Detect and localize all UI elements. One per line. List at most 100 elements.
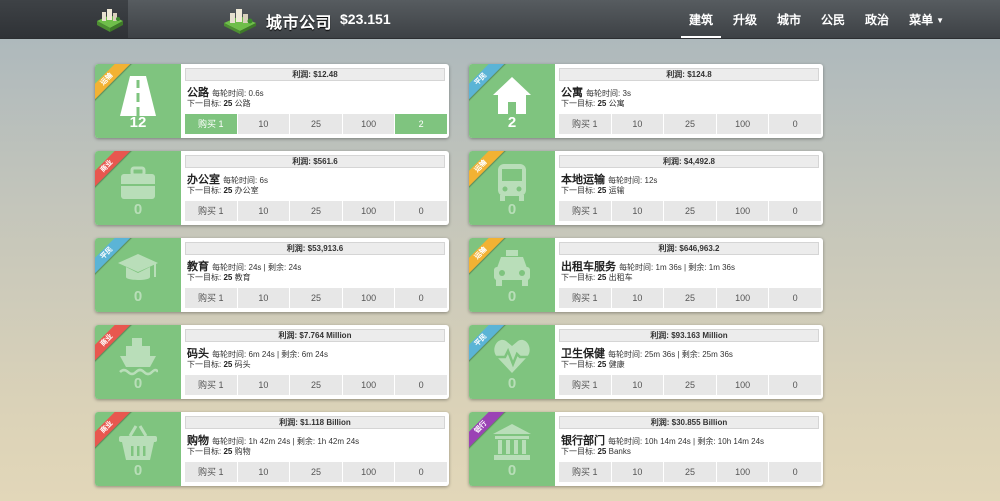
buy-100-button[interactable]: 100 [342,201,396,221]
buy-max-button[interactable]: 0 [395,462,447,482]
buy-1-button[interactable]: 购买 1 [559,114,612,134]
interval-value: 6m 24s [248,350,275,359]
buy-buttons: 购买 1 10 25 100 0 [185,375,447,395]
buy-100-button[interactable]: 100 [342,462,396,482]
interval-value: 10h 14m 24s [644,437,691,446]
company-name: 城市公司 [266,15,333,32]
next-goal-count: 25 [223,186,233,195]
next-goal-count: 25 [223,360,233,369]
buy-max-button[interactable]: 0 [769,288,821,308]
next-goal-line: 下一目标: 25 码头 [187,359,251,370]
nav-upgrades[interactable]: 升级 [723,0,767,38]
buy-10-button[interactable]: 10 [611,462,665,482]
buy-1-button[interactable]: 购买 1 [559,201,612,221]
next-goal-line: 下一目标: 25 公路 [187,98,251,109]
next-goal-line: 下一目标: 25 办公室 [187,185,259,196]
next-goal-label: 下一目标: [187,273,222,282]
buy-1-button[interactable]: 购买 1 [185,375,238,395]
profit-bar: 利润: $7.764 Million [185,329,445,342]
buy-10-button[interactable]: 10 [611,288,665,308]
buy-100-button[interactable]: 100 [716,288,770,308]
buy-max-button[interactable]: 0 [769,375,821,395]
buy-max-button[interactable]: 0 [769,114,821,134]
buy-10-button[interactable]: 10 [237,201,291,221]
next-goal-label: 下一目标: [561,447,596,456]
interval-value: 6s [259,176,268,185]
next-goal-line: 下一目标: 25 健康 [561,359,625,370]
buy-max-button[interactable]: 0 [769,462,821,482]
building-card: 0 运输 利润: $646,963.2 出租车服务 每轮时间: 1m 36s | 剩余… [469,238,823,312]
next-goal-label: 下一目标: [561,360,596,369]
buy-buttons: 购买 1 10 25 100 0 [559,201,821,221]
buy-100-button[interactable]: 100 [716,201,770,221]
next-goal-label: 下一目标: [187,447,222,456]
buy-25-button[interactable]: 25 [290,114,343,134]
heartbeat-icon [494,339,530,373]
buy-25-button[interactable]: 25 [290,375,343,395]
buy-10-button[interactable]: 10 [611,201,665,221]
buy-100-button[interactable]: 100 [716,114,770,134]
buy-25-button[interactable]: 25 [664,201,717,221]
nav-politics[interactable]: 政治 [855,0,899,38]
buy-1-button[interactable]: 购买 1 [559,462,612,482]
next-goal-unit: 教育 [234,273,251,282]
buy-100-button[interactable]: 100 [342,288,396,308]
bus-icon [498,164,526,201]
profit-bar: 利润: $4,492.8 [559,155,819,168]
buy-25-button[interactable]: 25 [290,288,343,308]
profit-bar: 利润: $561.6 [185,155,445,168]
buy-100-button[interactable]: 100 [716,462,770,482]
buy-10-button[interactable]: 10 [237,462,291,482]
nav-buildings[interactable]: 建筑 [679,0,723,38]
interval-label: 每轮时间: [223,176,258,185]
buy-10-button[interactable]: 10 [237,375,291,395]
buy-buttons: 购买 1 10 25 100 0 [559,375,821,395]
nav-city[interactable]: 城市 [767,0,811,38]
next-goal-count: 25 [223,273,233,282]
next-goal-count: 25 [597,447,607,456]
buy-1-button[interactable]: 购买 1 [185,201,238,221]
buy-max-button[interactable]: 2 [395,114,447,134]
next-goal-unit: 码头 [234,360,251,369]
buy-max-button[interactable]: 0 [769,201,821,221]
buy-max-button[interactable]: 0 [395,375,447,395]
buy-1-button[interactable]: 购买 1 [185,462,238,482]
buy-25-button[interactable]: 25 [290,201,343,221]
sidebar-toggle-area[interactable] [0,0,128,38]
next-goal-label: 下一目标: [187,186,222,195]
buy-1-button[interactable]: 购买 1 [185,288,238,308]
interval-label: 每轮时间: [212,350,247,359]
interval-value: 0.6s [248,89,264,98]
buy-10-button[interactable]: 10 [611,114,665,134]
interval-value: 24s [248,263,262,272]
buy-1-button[interactable]: 购买 1 [559,375,612,395]
remaining-label: 剩余: [267,263,287,272]
buy-1-button[interactable]: 购买 1 [185,114,238,134]
city-logo-icon[interactable] [96,7,124,33]
buy-max-button[interactable]: 0 [395,288,447,308]
next-goal-count: 25 [597,360,607,369]
nav-citizens[interactable]: 公民 [811,0,855,38]
buy-100-button[interactable]: 100 [716,375,770,395]
next-goal-label: 下一目标: [187,360,222,369]
nav-menu[interactable]: 菜单 ▼ [899,0,954,38]
buy-1-button[interactable]: 购买 1 [559,288,612,308]
interval-value: 1m 36s [655,263,682,272]
buy-25-button[interactable]: 25 [664,114,717,134]
owned-count: 0 [507,375,517,392]
buy-10-button[interactable]: 10 [611,375,665,395]
buy-100-button[interactable]: 100 [342,114,396,134]
road-icon [120,76,156,116]
buy-10-button[interactable]: 10 [237,288,291,308]
interval-label: 每轮时间: [619,263,654,272]
buy-25-button[interactable]: 25 [290,462,343,482]
buy-10-button[interactable]: 10 [237,114,291,134]
buy-100-button[interactable]: 100 [342,375,396,395]
buy-max-button[interactable]: 0 [395,201,447,221]
buy-25-button[interactable]: 25 [664,375,717,395]
buy-25-button[interactable]: 25 [664,288,717,308]
next-goal-line: 下一目标: 25 运输 [561,185,625,196]
buy-25-button[interactable]: 25 [664,462,717,482]
interval-label: 每轮时间: [212,89,247,98]
interval-label: 每轮时间: [608,350,643,359]
